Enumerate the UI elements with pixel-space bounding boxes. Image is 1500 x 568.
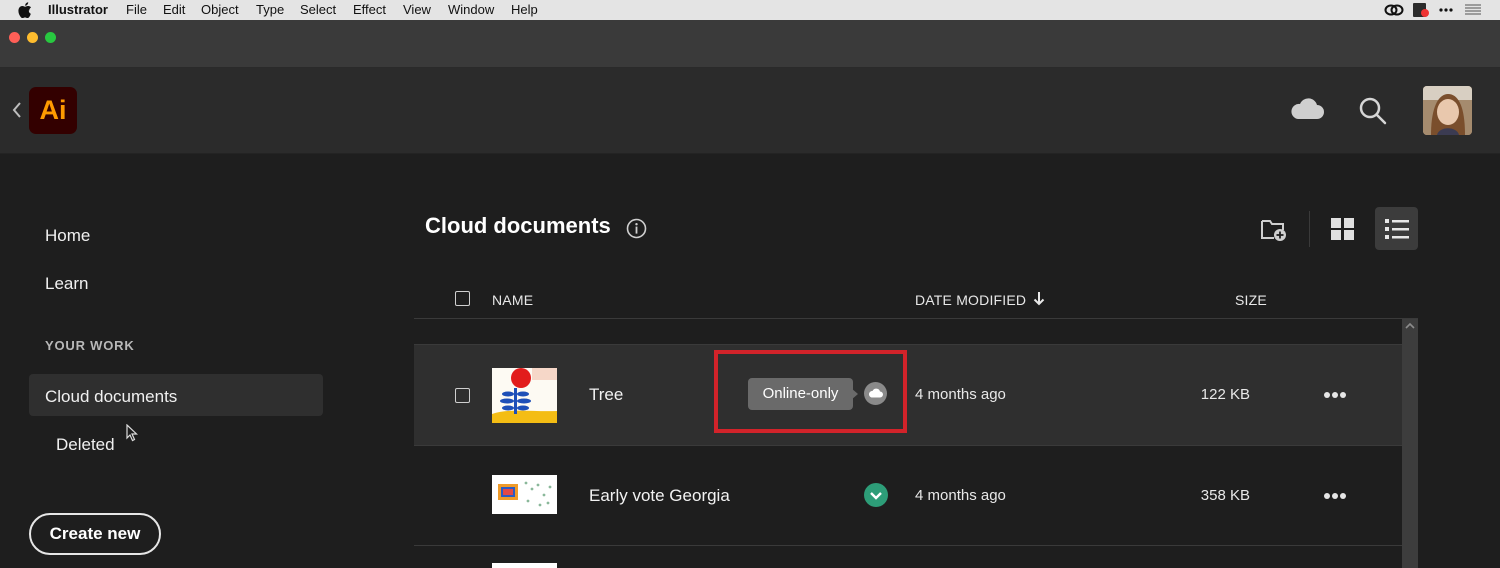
- header-divider: [414, 318, 1418, 319]
- back-chevron-icon[interactable]: [10, 100, 24, 120]
- app-header: Ai: [0, 68, 1500, 154]
- menu-help[interactable]: Help: [511, 3, 538, 17]
- sidebar-item-home[interactable]: Home: [45, 226, 90, 246]
- scroll-up-arrow-icon[interactable]: [1402, 320, 1418, 332]
- scrollbar[interactable]: [1402, 319, 1418, 568]
- sidebar-item-cloud-documents[interactable]: Cloud documents: [45, 387, 177, 407]
- sort-descending-icon[interactable]: [1033, 291, 1045, 306]
- row-checkbox[interactable]: [455, 388, 470, 403]
- row-name[interactable]: Early vote Georgia: [589, 486, 730, 506]
- column-header-date-modified[interactable]: DATE MODIFIED: [915, 292, 1026, 308]
- list-menu-icon[interactable]: [1464, 2, 1482, 18]
- search-icon[interactable]: [1358, 96, 1388, 126]
- avatar-photo-icon: [1423, 86, 1472, 135]
- zoom-window-button[interactable]: [45, 32, 56, 43]
- menu-app-name[interactable]: Illustrator: [48, 3, 108, 17]
- sidebar: Home Learn YOUR WORK Cloud documents Del…: [0, 155, 345, 568]
- menu-effect[interactable]: Effect: [353, 3, 386, 17]
- minimize-window-button[interactable]: [27, 32, 38, 43]
- ellipsis-icon[interactable]: [1438, 2, 1454, 18]
- menu-object[interactable]: Object: [201, 3, 239, 17]
- grid-view-icon[interactable]: [1331, 218, 1354, 240]
- apple-icon[interactable]: [18, 2, 32, 18]
- chevron-down-icon: [870, 492, 882, 500]
- thumbnail-partial[interactable]: [492, 563, 557, 568]
- row-date-modified: 4 months ago: [915, 487, 1006, 504]
- macos-menu-bar: Illustrator File Edit Object Type Select…: [0, 0, 1500, 20]
- annotation-highlight-box: [714, 350, 907, 433]
- mouse-cursor-icon: [126, 424, 138, 442]
- column-header-size[interactable]: SIZE: [1235, 292, 1267, 308]
- thumbnail-tree[interactable]: [492, 368, 557, 423]
- section-label-your-work: YOUR WORK: [45, 338, 135, 353]
- new-folder-icon[interactable]: [1260, 217, 1288, 243]
- select-all-checkbox[interactable]: [455, 291, 470, 306]
- list-view-icon[interactable]: [1385, 218, 1409, 240]
- table-row-early-vote-georgia[interactable]: Early vote Georgia 4 months ago 358 KB: [414, 446, 1402, 546]
- creative-cloud-icon[interactable]: [1384, 2, 1404, 18]
- window-titlebar: [0, 20, 1500, 68]
- page-title: Cloud documents: [425, 213, 611, 238]
- row-date-modified: 4 months ago: [915, 386, 1006, 403]
- synced-status-icon[interactable]: [864, 483, 888, 507]
- sidebar-item-learn[interactable]: Learn: [45, 274, 88, 294]
- main-content: Cloud documents NAME DATE MODIFIED SIZE …: [345, 155, 1500, 568]
- create-new-button[interactable]: Create new: [29, 513, 161, 555]
- row-size: 358 KB: [1200, 487, 1250, 504]
- toolbar-divider: [1309, 211, 1310, 247]
- thumbnail-early-vote-georgia[interactable]: [492, 475, 557, 514]
- menu-view[interactable]: View: [403, 3, 431, 17]
- menu-select[interactable]: Select: [300, 3, 336, 17]
- row-size: 122 KB: [1200, 386, 1250, 403]
- more-options-icon[interactable]: [1323, 391, 1347, 399]
- illustrator-logo[interactable]: Ai: [29, 87, 77, 134]
- close-window-button[interactable]: [9, 32, 20, 43]
- app-badge-icon[interactable]: [1412, 2, 1430, 18]
- row-name[interactable]: Tree: [589, 385, 623, 405]
- avatar[interactable]: [1423, 86, 1472, 135]
- row-divider: [414, 545, 1402, 546]
- poster-artwork-icon: [492, 475, 557, 514]
- cloud-icon[interactable]: [1289, 97, 1325, 121]
- menu-type[interactable]: Type: [256, 3, 284, 17]
- table-row-tree[interactable]: Tree Online-only 4 months ago 122 KB: [414, 345, 1402, 445]
- info-icon[interactable]: [626, 218, 647, 239]
- sidebar-item-deleted[interactable]: Deleted: [56, 435, 115, 455]
- more-options-icon[interactable]: [1323, 492, 1347, 500]
- column-header-name[interactable]: NAME: [492, 292, 533, 308]
- tree-artwork-icon: [492, 368, 557, 423]
- menu-edit[interactable]: Edit: [163, 3, 185, 17]
- menu-file[interactable]: File: [126, 3, 147, 17]
- menu-window[interactable]: Window: [448, 3, 494, 17]
